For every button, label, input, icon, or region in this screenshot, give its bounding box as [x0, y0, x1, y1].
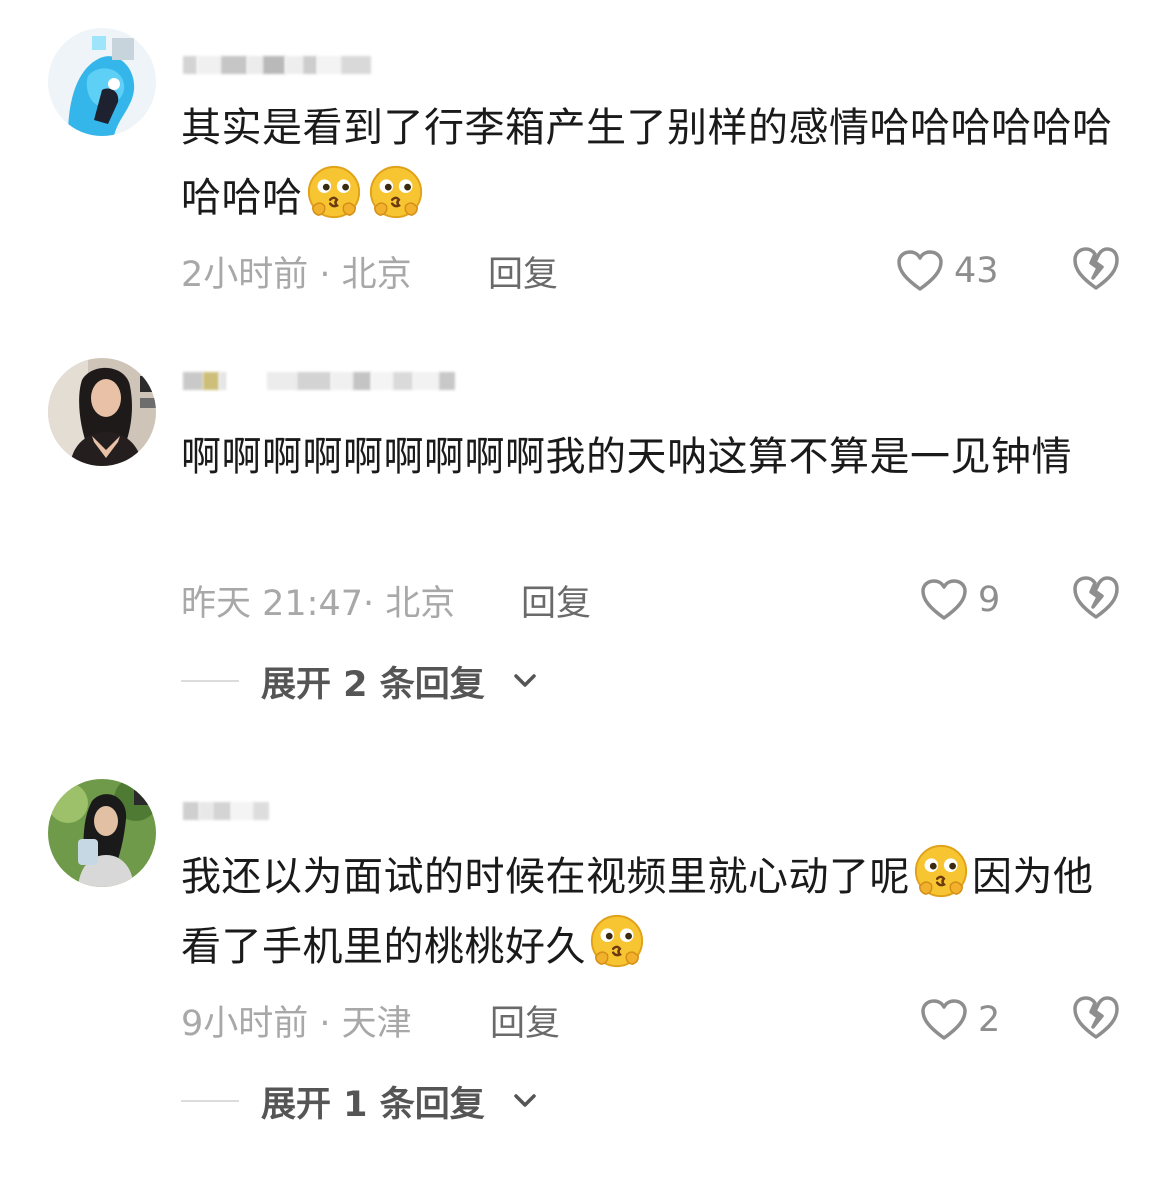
broken-heart-icon [1073, 996, 1119, 1039]
heart-outline-icon [921, 999, 967, 1040]
thinking-cute-emoji-icon [588, 912, 646, 970]
like-button[interactable]: 2 [920, 995, 1000, 1045]
like-count: 2 [978, 1000, 1001, 1040]
expand-replies-button[interactable]: 展开 1 条回复 [181, 1076, 537, 1126]
reply-button[interactable]: 回复 [490, 995, 560, 1045]
divider-line [181, 1100, 239, 1102]
thinking-cute-emoji-icon [912, 842, 970, 900]
comment-item: 我还以为面试的时候在视频里就心动了呢 因为他看了手机里的桃桃好久 9小时前 · 天… [0, 0, 1169, 1140]
comment-time-location: 9小时前 · 天津 [181, 1003, 412, 1044]
comment-text: 我还以为面试的时候在视频里就心动了呢 因为他看了手机里的桃桃好久 [181, 842, 1116, 982]
expand-replies-label: 展开 1 条回复 [261, 1084, 485, 1125]
chevron-down-icon [513, 1094, 536, 1107]
avatar[interactable] [48, 779, 156, 887]
comment-text-part: 我还以为面试的时候在视频里就心动了呢 [181, 854, 910, 900]
username-blurred[interactable] [183, 798, 269, 824]
dislike-button[interactable] [1072, 995, 1120, 1043]
